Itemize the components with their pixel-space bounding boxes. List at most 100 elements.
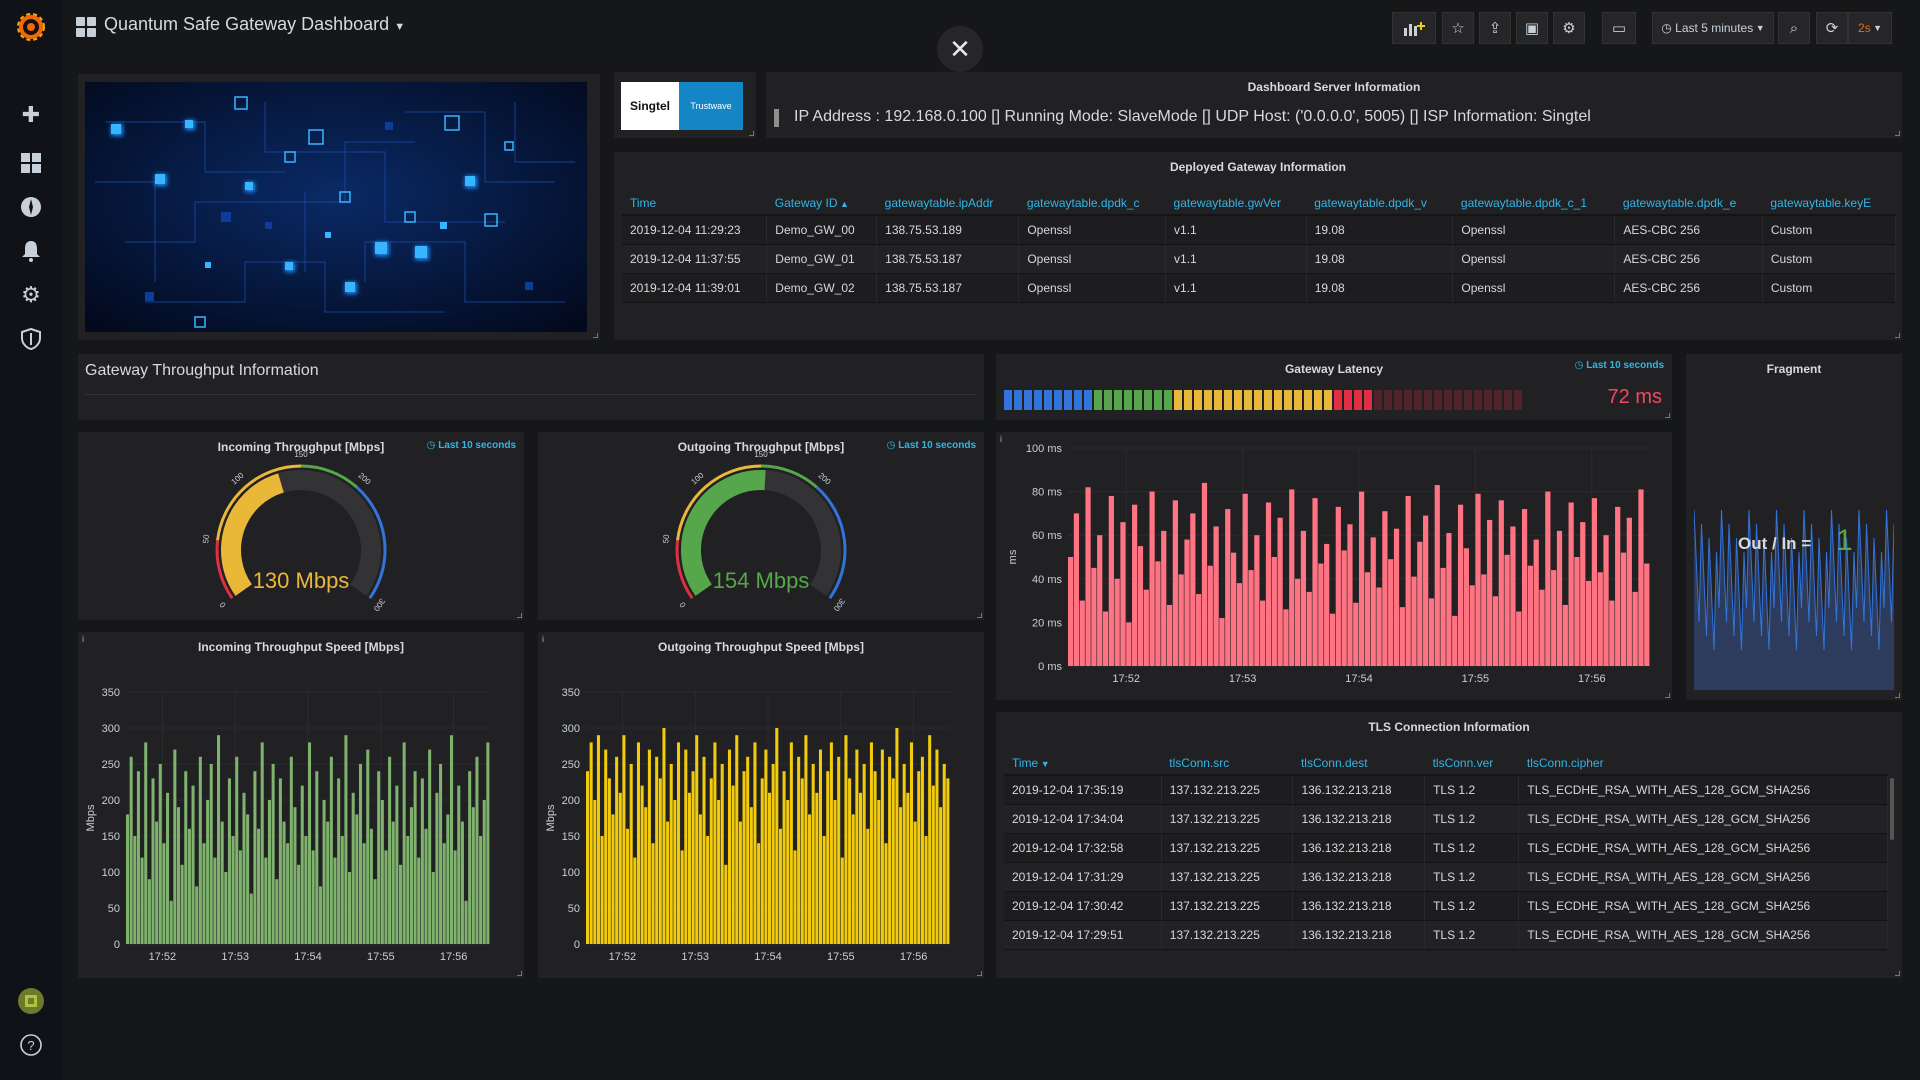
latency-bar-cell <box>1114 390 1122 410</box>
configuration-gear-icon[interactable]: ⚙ <box>16 280 46 310</box>
column-header-dpdk-c-1[interactable]: gatewaytable.dpdk_c_1 <box>1452 190 1615 216</box>
table-row[interactable]: 2019-12-04 17:30:42 137.132.213.225 136.13… <box>1004 891 1888 921</box>
y-tick-label: 0 ms <box>1038 661 1062 673</box>
column-header-time[interactable]: Time <box>622 190 767 216</box>
table-row[interactable]: 2019-12-04 17:32:58 137.132.213.225 136.13… <box>1004 833 1888 863</box>
share-icon[interactable]: ⇪ <box>1479 12 1511 44</box>
plus-icon[interactable]: ✚ <box>16 100 46 130</box>
explore-compass-icon[interactable] <box>16 192 46 222</box>
table-row[interactable]: 2019-12-04 17:31:29 137.132.213.225 136.13… <box>1004 862 1888 892</box>
bar <box>1073 513 1080 666</box>
resize-handle[interactable] <box>1895 333 1900 338</box>
gauge-tick-label: 300 <box>831 597 846 614</box>
table-cell: Demo_GW_00 <box>766 215 878 245</box>
column-header-dpdk-v[interactable]: gatewaytable.dpdk_v <box>1306 190 1453 216</box>
bar <box>144 742 148 944</box>
column-header-dpdk-c[interactable]: gatewaytable.dpdk_c <box>1018 190 1166 216</box>
row-title: Gateway Throughput Information <box>85 362 319 379</box>
bar <box>136 771 140 944</box>
y-tick-label: 150 <box>562 831 580 843</box>
latency-bar-cell <box>1274 390 1282 410</box>
x-tick-label: 17:54 <box>294 951 322 963</box>
column-header-time[interactable]: Time ▼ <box>1004 750 1162 776</box>
column-header-dest[interactable]: tlsConn.dest <box>1292 750 1425 776</box>
zoom-out-icon[interactable]: ⌕ <box>1778 12 1810 44</box>
resize-handle[interactable] <box>1665 413 1670 418</box>
table-row[interactable]: 2019-12-04 11:37:55 Demo_GW_01 138.75.53.1… <box>622 244 1897 274</box>
bar <box>749 807 753 944</box>
bar <box>475 756 479 944</box>
resize-handle[interactable] <box>977 613 982 618</box>
help-icon[interactable]: ? <box>16 1030 46 1060</box>
refresh-icon[interactable]: ⟳ <box>1816 12 1848 44</box>
table-cell: TLS 1.2 <box>1424 891 1520 921</box>
dashboard-title-picker[interactable]: Quantum Safe Gateway Dashboard ▼ <box>104 14 405 35</box>
save-icon[interactable]: ▣ <box>1516 12 1548 44</box>
user-avatar[interactable] <box>16 986 46 1016</box>
shield-icon[interactable] <box>16 324 46 354</box>
x-tick-label: 17:53 <box>1229 673 1257 685</box>
table-row[interactable]: 2019-12-04 11:39:01 Demo_GW_02 138.75.53.1… <box>622 273 1897 303</box>
grafana-logo-icon[interactable] <box>16 12 46 42</box>
table-cell: 2019-12-04 17:30:42 <box>1004 891 1162 921</box>
dashboards-icon[interactable] <box>16 148 46 178</box>
column-header-cipher[interactable]: tlsConn.cipher <box>1518 750 1888 776</box>
bar <box>629 764 633 944</box>
time-range-picker[interactable]: ◷ Last 5 minutes ▼ <box>1652 12 1774 44</box>
bar <box>260 742 264 944</box>
table-row[interactable]: 2019-12-04 17:29:51 137.132.213.225 136.13… <box>1004 920 1888 950</box>
settings-gear-icon[interactable]: ⚙ <box>1553 12 1585 44</box>
y-tick-label: 300 <box>562 723 580 735</box>
resize-handle[interactable] <box>1895 131 1900 136</box>
resize-handle[interactable] <box>1665 693 1670 698</box>
alerting-bell-icon[interactable] <box>16 236 46 266</box>
bar <box>315 771 319 944</box>
bar <box>198 756 202 944</box>
table-scrollbar[interactable] <box>1890 778 1894 840</box>
bar <box>939 807 943 944</box>
bar <box>607 778 611 944</box>
bar <box>731 785 735 944</box>
bar <box>213 857 217 944</box>
star-icon[interactable]: ☆ <box>1442 12 1474 44</box>
resize-handle[interactable] <box>593 333 598 338</box>
table-row[interactable]: 2019-12-04 17:35:19 137.132.213.225 136.13… <box>1004 775 1888 805</box>
bar <box>1068 557 1074 666</box>
resize-handle[interactable] <box>517 971 522 976</box>
bar <box>202 843 206 944</box>
tv-mode-icon[interactable]: ▭ <box>1602 12 1636 44</box>
bar <box>249 893 253 944</box>
logo-sub-text: Trustwave <box>690 101 732 111</box>
column-header-ver[interactable]: tlsConn.ver <box>1424 750 1519 776</box>
column-header-gwver[interactable]: gatewaytable.gwVer <box>1165 190 1307 216</box>
bar <box>680 850 684 944</box>
resize-handle[interactable] <box>1895 693 1900 698</box>
bar <box>844 735 848 944</box>
bar <box>1155 561 1161 666</box>
column-header-gateway-id[interactable]: Gateway ID ▲ <box>766 190 877 216</box>
close-kiosk-button[interactable]: ✕ <box>937 26 983 72</box>
column-header-dpdk-e[interactable]: gatewaytable.dpdk_e <box>1614 190 1763 216</box>
table-cell: 136.132.213.218 <box>1292 862 1426 892</box>
resize-handle[interactable] <box>517 613 522 618</box>
column-header-src[interactable]: tlsConn.src <box>1161 750 1293 776</box>
resize-handle[interactable] <box>977 971 982 976</box>
add-panel-button[interactable] <box>1392 12 1436 44</box>
refresh-interval-picker[interactable]: 2s ▼ <box>1848 12 1892 44</box>
circuit-board-image <box>85 82 587 332</box>
table-row[interactable]: 2019-12-04 11:29:23 Demo_GW_00 138.75.53.1… <box>622 215 1897 245</box>
bar <box>709 778 713 944</box>
column-header-ipaddr[interactable]: gatewaytable.ipAddr <box>876 190 1019 216</box>
table-row[interactable]: 2019-12-04 17:34:04 137.132.213.225 136.13… <box>1004 804 1888 834</box>
resize-handle[interactable] <box>1895 971 1900 976</box>
bar <box>380 800 384 944</box>
column-header-keye[interactable]: gatewaytable.keyE <box>1762 190 1896 216</box>
bar <box>920 756 924 944</box>
latency-bar-cell <box>1264 390 1272 410</box>
resize-handle[interactable] <box>749 131 754 136</box>
latency-bar-cell <box>1384 390 1392 410</box>
bar <box>1457 504 1464 666</box>
bar <box>778 828 782 944</box>
bar <box>468 771 472 944</box>
table-cell: 136.132.213.218 <box>1292 775 1426 805</box>
